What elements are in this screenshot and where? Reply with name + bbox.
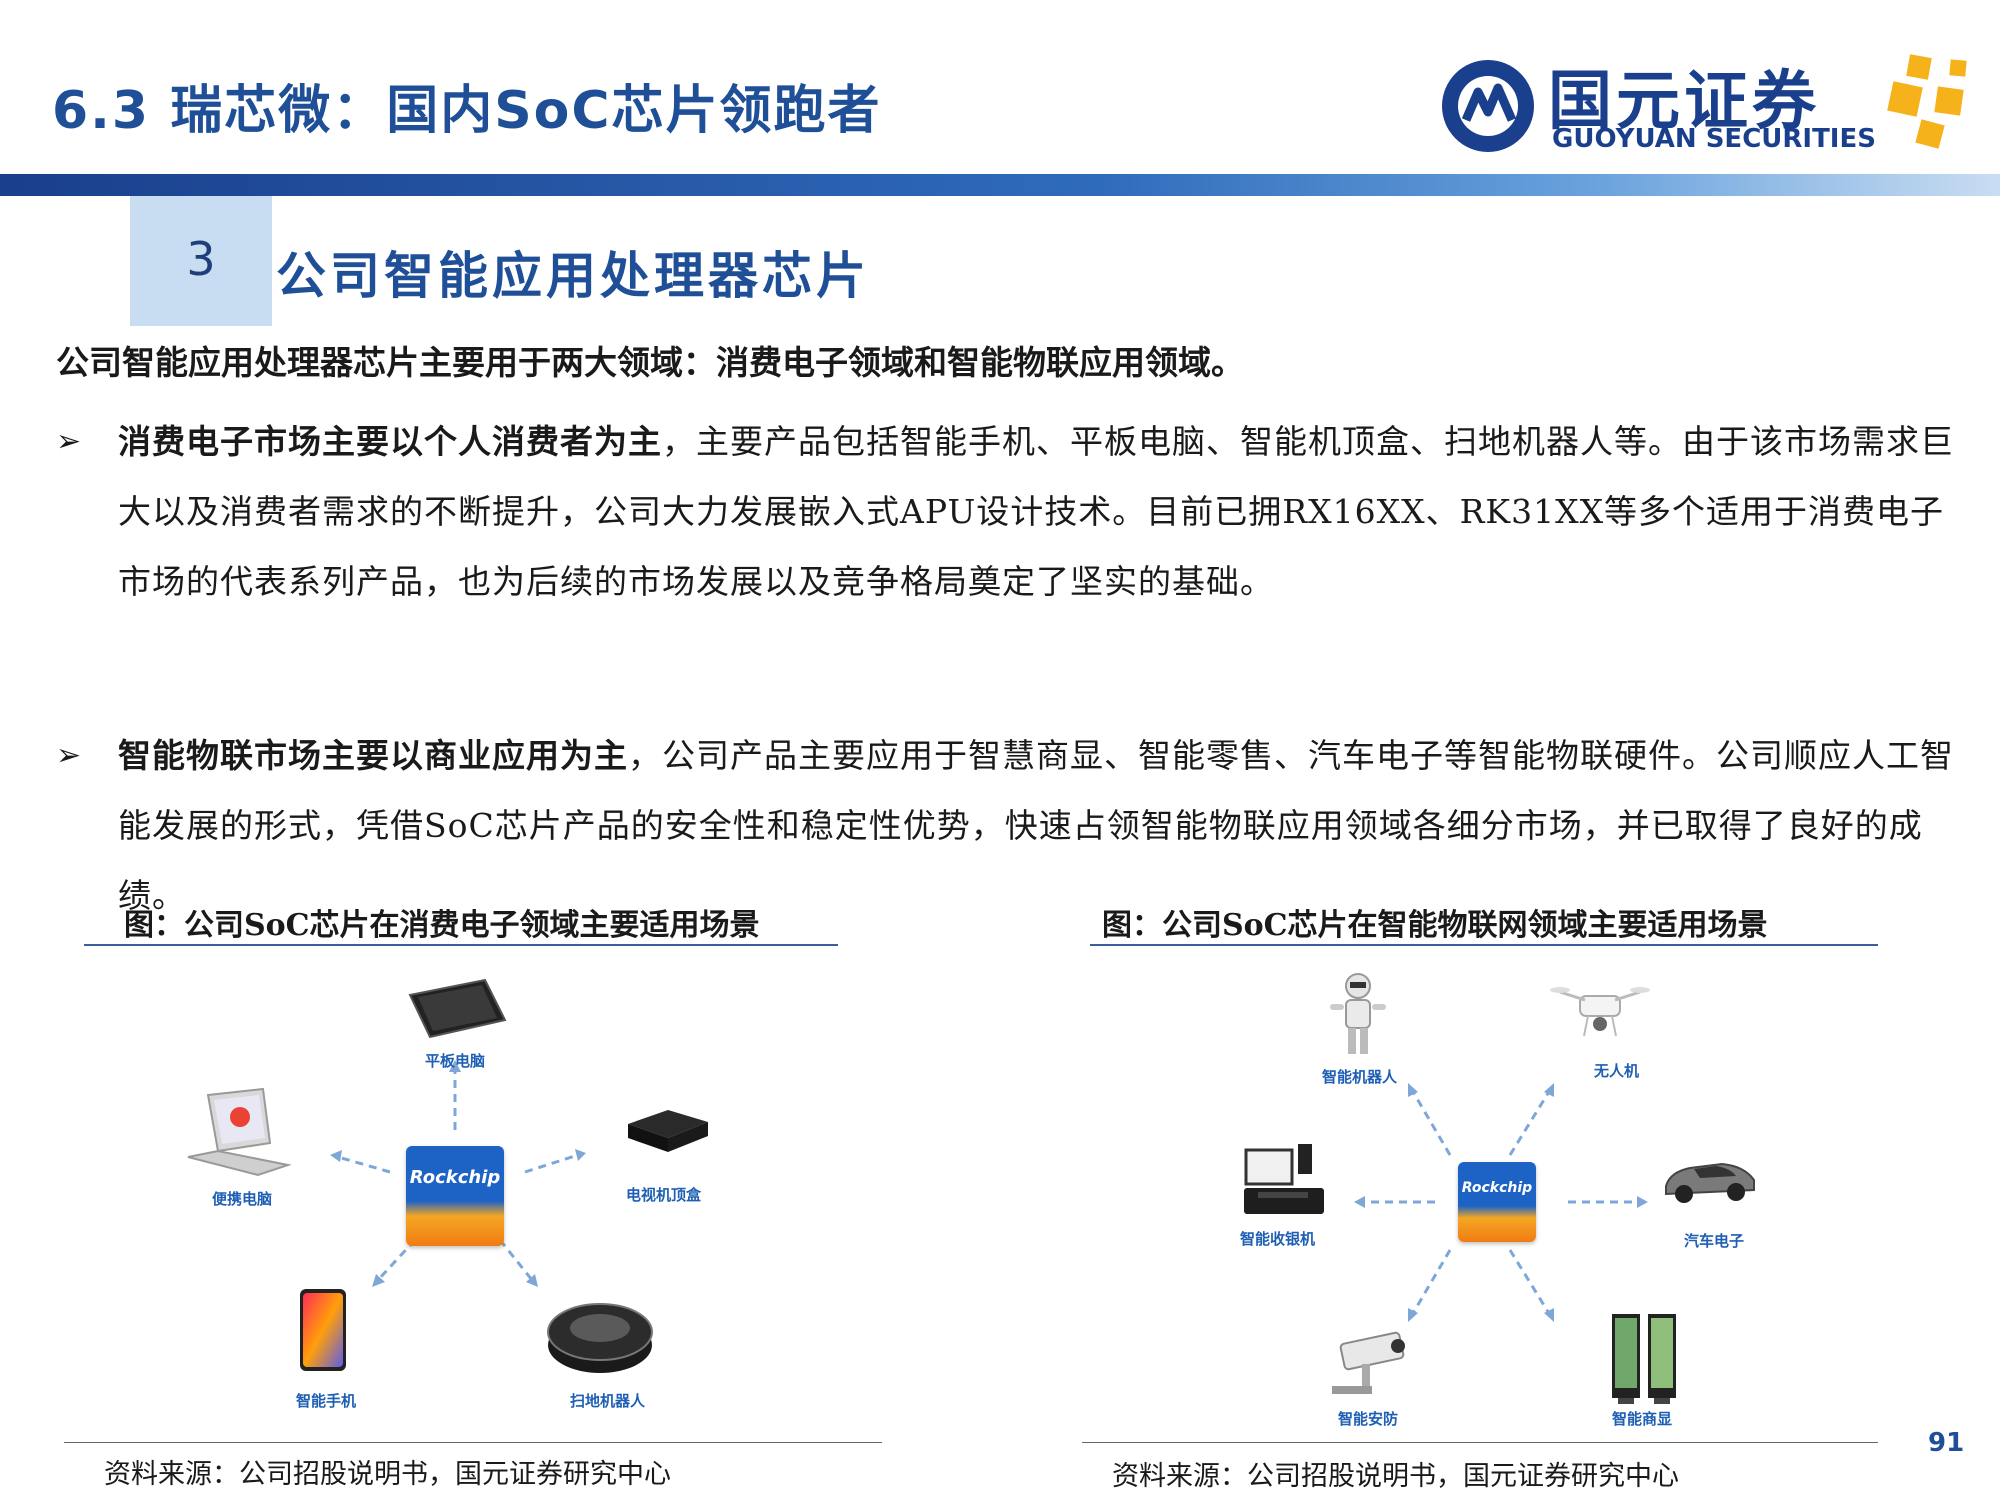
label-humanoid-robot: 智能机器人: [1322, 1068, 1398, 1086]
tablet-icon: [408, 978, 507, 1039]
figure-left-source-rule: [64, 1442, 882, 1443]
label-drone: 无人机: [1594, 1062, 1640, 1080]
drone-icon: [1550, 987, 1650, 1037]
figure-left-source: 资料来源：公司招股说明书，国元证券研究中心: [104, 1459, 671, 1490]
humanoid-robot-icon: [1330, 973, 1386, 1054]
label-robot-vacuum: 扫地机器人: [570, 1392, 646, 1410]
header-divider-bar: [0, 174, 2000, 196]
label-pos-terminal: 智能收银机: [1240, 1230, 1316, 1248]
figure-left-caption-rule: [84, 944, 838, 946]
bullet-paragraph-consumer: 消费电子市场主要以个人消费者为主，主要产品包括智能手机、平板电脑、智能机顶盒、扫…: [118, 407, 1958, 617]
figure-left-diagram: Rockchip 平板电脑 便携电脑 电视机顶盒 智能手机 扫地机器人: [100, 950, 820, 1420]
section-title: 公司智能应用处理器芯片: [276, 246, 870, 305]
figure-left-caption: 图：公司SoC芯片在消费电子领域主要适用场景: [124, 908, 760, 943]
figure-right-diagram: Rockchip 智能机器人 无人机 智能收银机 汽车电子 智能安防 智能商显: [1200, 950, 1820, 1430]
bullet-lead-text: 智能物联市场主要以商业应用为主: [118, 736, 628, 775]
car-icon: [1665, 1162, 1755, 1203]
robot-vacuum-icon: [547, 1303, 653, 1373]
laptop-icon: [187, 1087, 292, 1177]
lead-paragraph: 公司智能应用处理器芯片主要用于两大领域：消费电子领域和智能物联应用领域。: [56, 343, 1244, 382]
bullet-lead-text: 消费电子市场主要以个人消费者为主: [118, 422, 662, 461]
label-smartphone: 智能手机: [296, 1392, 357, 1410]
bullet-marker: ➢: [56, 738, 82, 773]
tv-box-icon: [628, 1110, 708, 1152]
smartphone-icon: [300, 1289, 346, 1371]
label-laptop: 便携电脑: [212, 1190, 273, 1208]
section-number: 3: [186, 232, 216, 286]
figure-right-source-rule: [1082, 1442, 1878, 1443]
label-security-camera: 智能安防: [1338, 1410, 1399, 1428]
label-car-electronics: 汽车电子: [1684, 1232, 1745, 1250]
security-camera-icon: [1332, 1331, 1405, 1394]
figure-right-caption-rule: [1090, 944, 1878, 946]
rockchip-chip-icon: Rockchip: [406, 1146, 504, 1246]
rockchip-chip-icon: Rockchip: [1458, 1162, 1536, 1242]
figure-right-source: 资料来源：公司招股说明书，国元证券研究中心: [1112, 1461, 1679, 1492]
label-tablet: 平板电脑: [425, 1052, 486, 1070]
label-digital-signage: 智能商显: [1612, 1410, 1673, 1428]
digital-signage-icon: [1612, 1314, 1676, 1404]
logo-english-name: GUOYUAN SECURITIES: [1552, 124, 1876, 154]
pos-terminal-icon: [1244, 1144, 1324, 1214]
page-number: 91: [1928, 1428, 1965, 1458]
figure-right-caption: 图：公司SoC芯片在智能物联网领域主要适用场景: [1102, 908, 1768, 943]
page-title: 6.3 瑞芯微：国内SoC芯片领跑者: [52, 81, 882, 141]
bullet-marker: ➢: [56, 424, 82, 459]
label-tv-box: 电视机顶盒: [626, 1186, 702, 1204]
